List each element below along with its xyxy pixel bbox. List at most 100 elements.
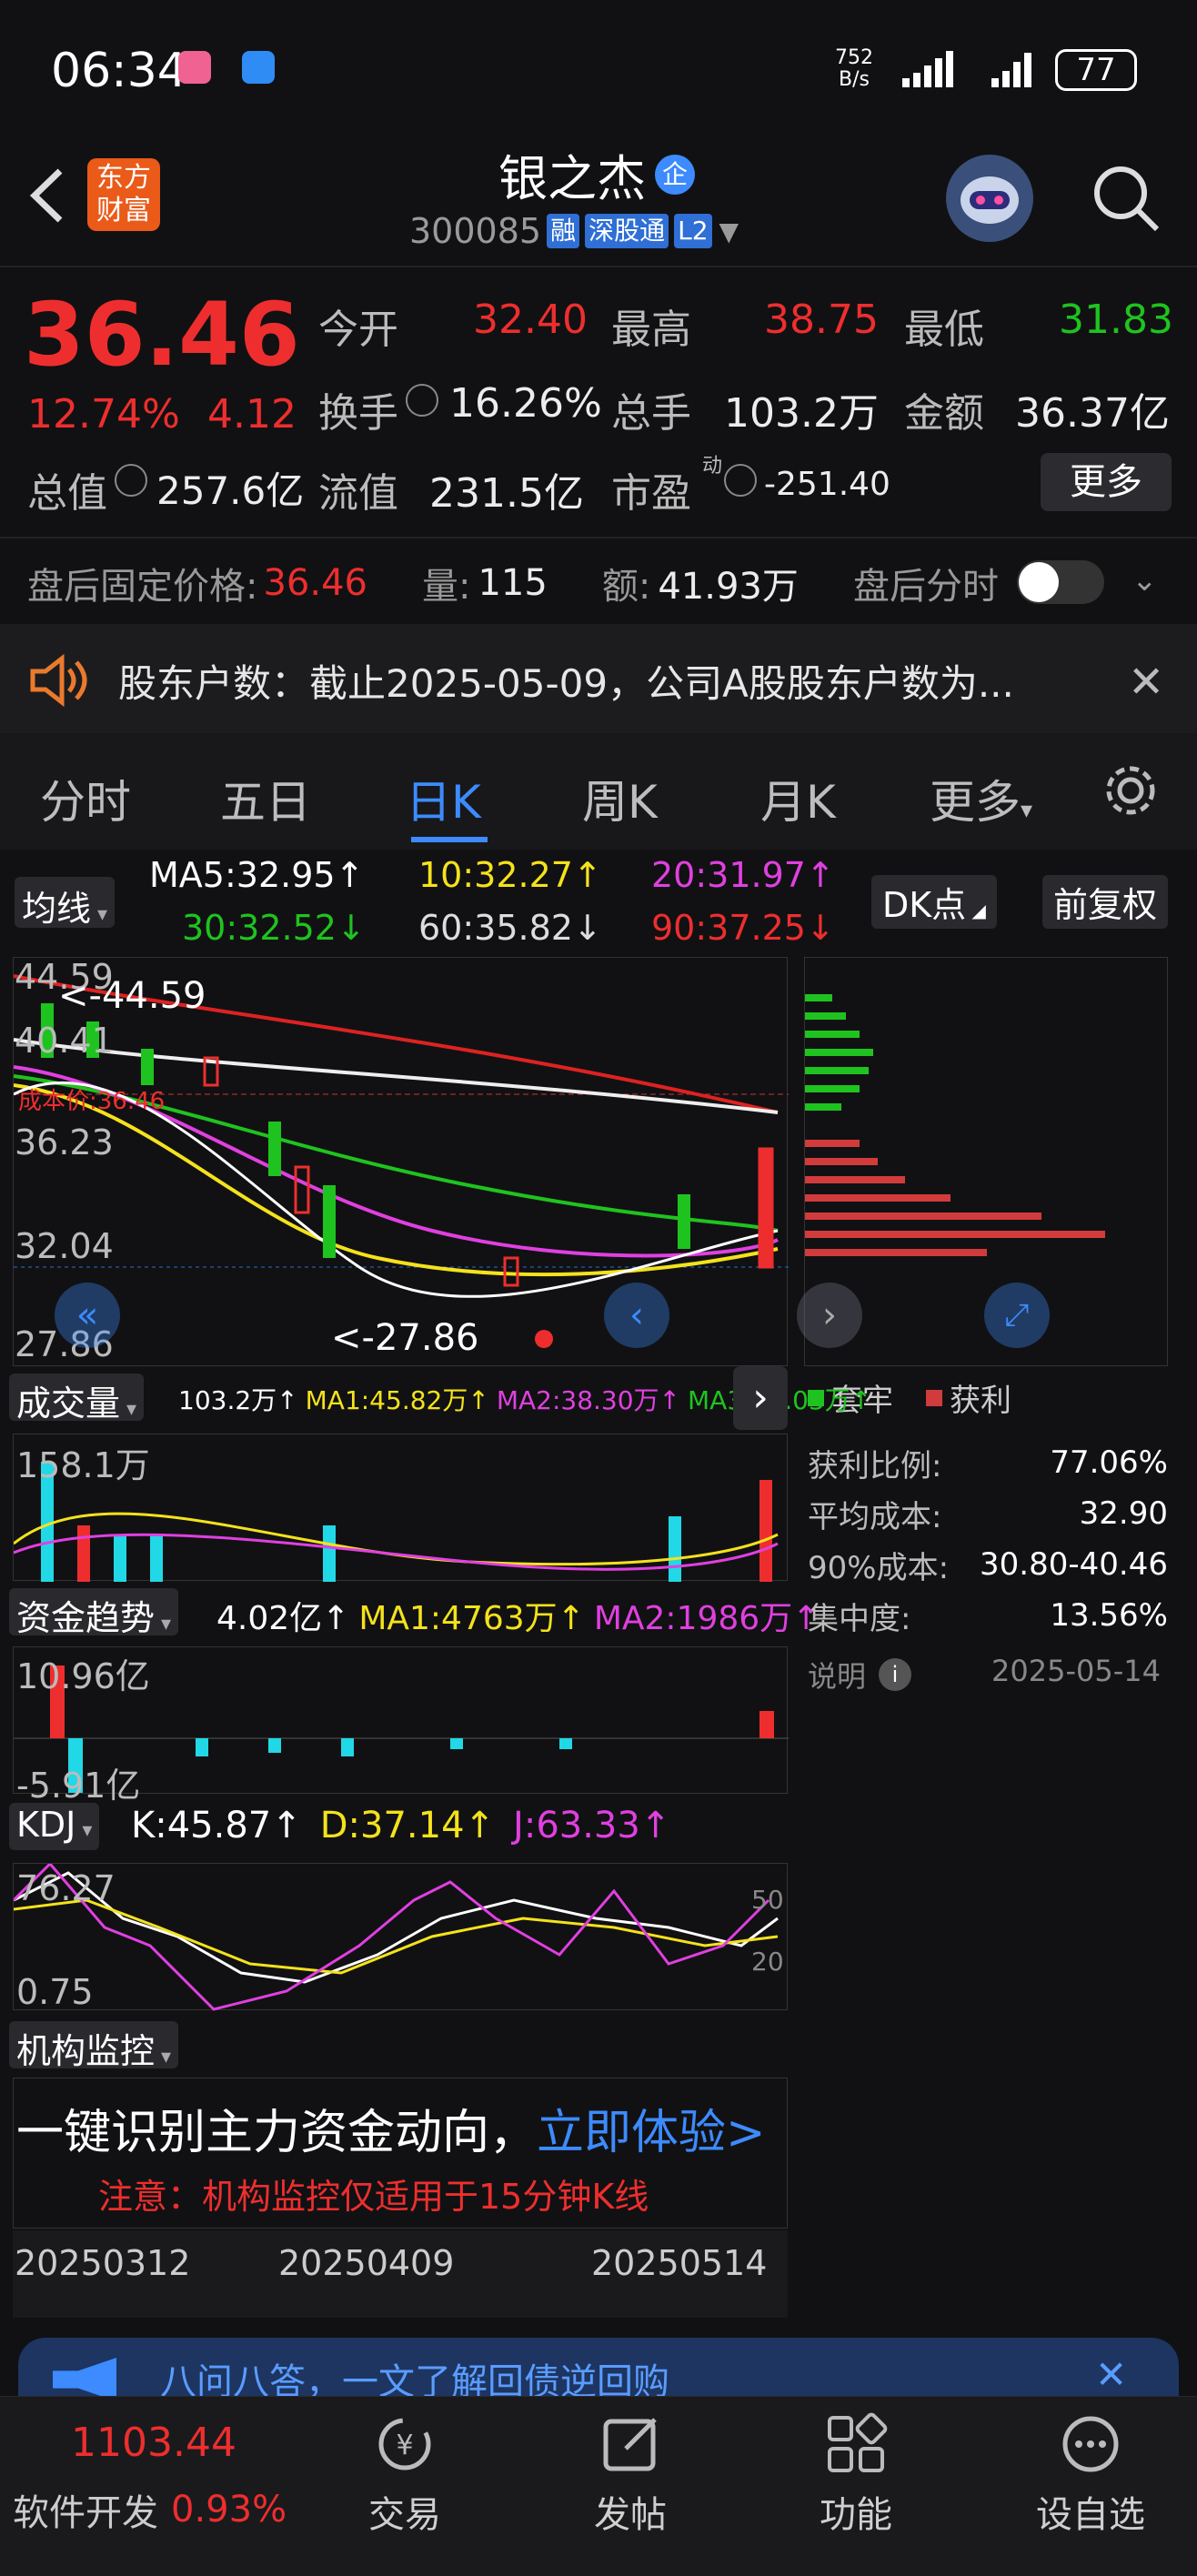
nav-post[interactable]: 发帖 [571,2412,689,2538]
value-volume: 103.2万 [724,390,879,437]
trade-icon: ¥ [378,2418,431,2470]
pe-sup: 动 [702,455,723,478]
chip-stats: 获利比例: 77.06% 平均成本: 32.90 90%成本: 30.80-40.46… [808,1444,1168,1637]
after-hours-toggle-label: 盘后分时 [853,566,999,608]
label-market-cap: 总值 [27,470,107,517]
battery-icon: 77 [1055,49,1137,91]
value-open: 32.40 [473,297,588,343]
kdj-ref-50: 50 [751,1885,784,1915]
dk-point-button[interactable]: DK点 ◢ [871,875,997,929]
connect-tag: 深股通 [585,214,669,248]
inst-monitor-selector[interactable]: 机构监控 ▾ [9,2021,179,2071]
banner-close-icon: ✕ [1095,2352,1128,2397]
ma-selector[interactable]: 均线 ▾ [15,877,116,929]
fund-bottom-label: -5.91亿 [16,1766,141,1806]
index-value[interactable]: 1103.44 [71,2420,236,2466]
expand-icon[interactable]: ⤢ [984,1283,1050,1348]
value-pe: -251.40 [764,466,890,503]
tab-weekly-k[interactable]: 周K [582,766,658,831]
fund-top-label: 10.96亿 [16,1656,150,1696]
info-icon [406,384,438,417]
tab-more[interactable]: 更多▾ [930,766,1032,831]
margin-tag: 融 [547,214,580,248]
tab-five-day[interactable]: 五日 [220,766,311,831]
label-pe: 市盈 [611,470,691,517]
change-pct: 12.74% [27,391,180,438]
search-icon[interactable] [1088,160,1164,236]
ma60-value: 60:35.82↓ [418,908,602,948]
change-value: 4.12 [207,391,297,438]
nav-add-watchlist[interactable]: 设自选 [1022,2412,1159,2538]
label-float-cap: 流值 [318,470,398,517]
tab-monthly-k[interactable]: 月K [760,766,836,831]
more-dots-icon [1062,2416,1119,2472]
cost-price-label: 成本价:36.46 [18,1088,166,1115]
fund-legend: 4.02亿↑ MA1:4763万↑ MA2:1986万↑ [216,1600,820,1637]
inst-monitor-promo: 一键识别主力资金动向， 立即体验> [16,2094,766,2162]
y-label-2: 40.41 [15,1021,114,1061]
label-volume: 总手 [611,390,691,437]
ma20-value: 20:31.97↑ [651,855,835,895]
rewind-icon[interactable]: « [55,1283,120,1348]
nav-trade[interactable]: ¥ 交易 [346,2412,464,2538]
adjust-fq-button[interactable]: 前复权 [1042,875,1169,929]
value-high: 38.75 [764,297,879,343]
bilibili-icon [178,51,211,84]
robot-assistant-icon[interactable] [946,155,1033,242]
close-icon[interactable]: ✕ [1128,657,1164,708]
date-end: 20250514 [591,2243,768,2283]
label-low: 最低 [904,307,984,353]
after-hours-toggle[interactable] [1017,560,1104,604]
kdj-chart [12,1861,788,2011]
index-row[interactable]: 软件开发 0.93% [13,2483,287,2536]
kline-chart[interactable] [13,957,789,1366]
svg-text:¥: ¥ [396,2430,413,2461]
notice-text[interactable]: 股东户数：截止2025-05-09，公司A股股东户数为... [118,653,1082,709]
expand-right-button[interactable]: › [733,1366,788,1430]
ma90-value: 90:37.25↓ [651,908,835,948]
tab-daily-k[interactable]: 日K [406,766,481,831]
more-button[interactable]: 更多 [1041,453,1172,511]
post-icon [603,2418,657,2471]
fund-trend-selector[interactable]: 资金趋势 ▾ [9,1588,179,1638]
label-turnover: 换手 [318,390,398,437]
net-speed: 752 B/s [835,46,873,91]
active-tab-indicator [411,837,488,842]
label-open: 今开 [318,307,398,353]
current-dot [535,1330,553,1348]
value-turnover: 16.26% [449,380,602,427]
signal-icon [900,51,966,87]
l2-tag: L2 [674,214,712,248]
status-time: 06:34 [51,44,187,98]
next-icon[interactable]: › [797,1283,862,1348]
prev-icon[interactable]: ‹ [604,1283,669,1348]
ma10-value: 10:32.27↑ [418,855,602,895]
high-marker: <-44.59 [58,975,206,1017]
try-now-link[interactable]: 立即体验> [537,2094,766,2162]
nav-functions[interactable]: 功能 [797,2412,915,2538]
info-icon-2 [115,464,147,497]
kdj-top-label: 76.27 [16,1868,116,1908]
page-title: 银之杰企 [498,138,695,210]
kdj-bottom-label: 0.75 [16,1972,94,2012]
tab-intraday[interactable]: 分时 [40,766,131,831]
after-hours-row: 盘后固定价格: 36.46 量: 115 额: 41.93万 [27,562,799,608]
label-amount: 金额 [904,390,984,437]
date-start: 20250312 [15,2243,191,2283]
kdj-selector[interactable]: KDJ ▾ [9,1803,100,1850]
weather-icon [242,51,275,84]
settings-gear-icon[interactable] [1101,760,1161,820]
back-icon[interactable] [24,164,69,227]
news-banner[interactable]: 八问八答，一文了解回债逆回购 ✕ [18,2338,1179,2401]
chevron-down-icon-2[interactable]: ⌄ [1132,562,1158,599]
grid-icon [828,2412,888,2472]
ma5-value: MA5:32.95↑ [149,855,365,895]
value-float-cap: 231.5亿 [429,470,584,517]
chip-explain[interactable]: 说明 i [808,1654,912,1696]
enterprise-badge: 企 [655,154,695,195]
volume-selector[interactable]: 成交量 ▾ [9,1374,145,1424]
date-mid: 20250409 [278,2243,455,2283]
value-low: 31.83 [1059,297,1173,343]
value-amount: 36.37亿 [1015,390,1170,437]
label-high: 最高 [611,307,691,353]
